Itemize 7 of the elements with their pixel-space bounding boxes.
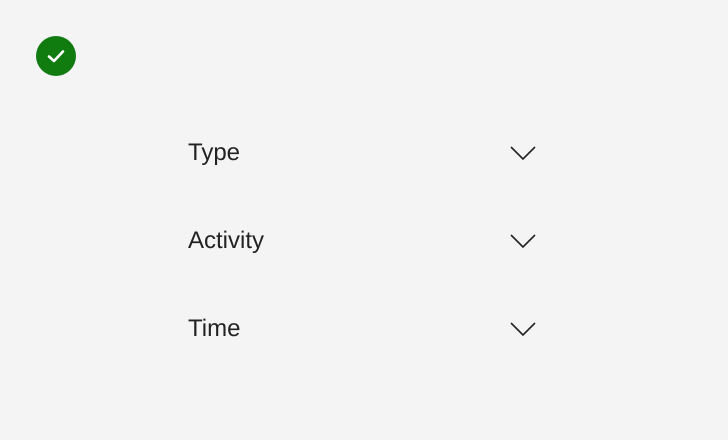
chevron-down-icon (510, 146, 536, 160)
chevron-down-icon (510, 234, 536, 248)
chevron-down-icon (510, 322, 536, 336)
check-circle-icon (36, 36, 76, 76)
filter-dropdown[interactable]: Activity (188, 197, 536, 285)
filter-dropdown[interactable]: Time (188, 285, 536, 373)
filter-dropdown[interactable]: Type (188, 109, 536, 197)
